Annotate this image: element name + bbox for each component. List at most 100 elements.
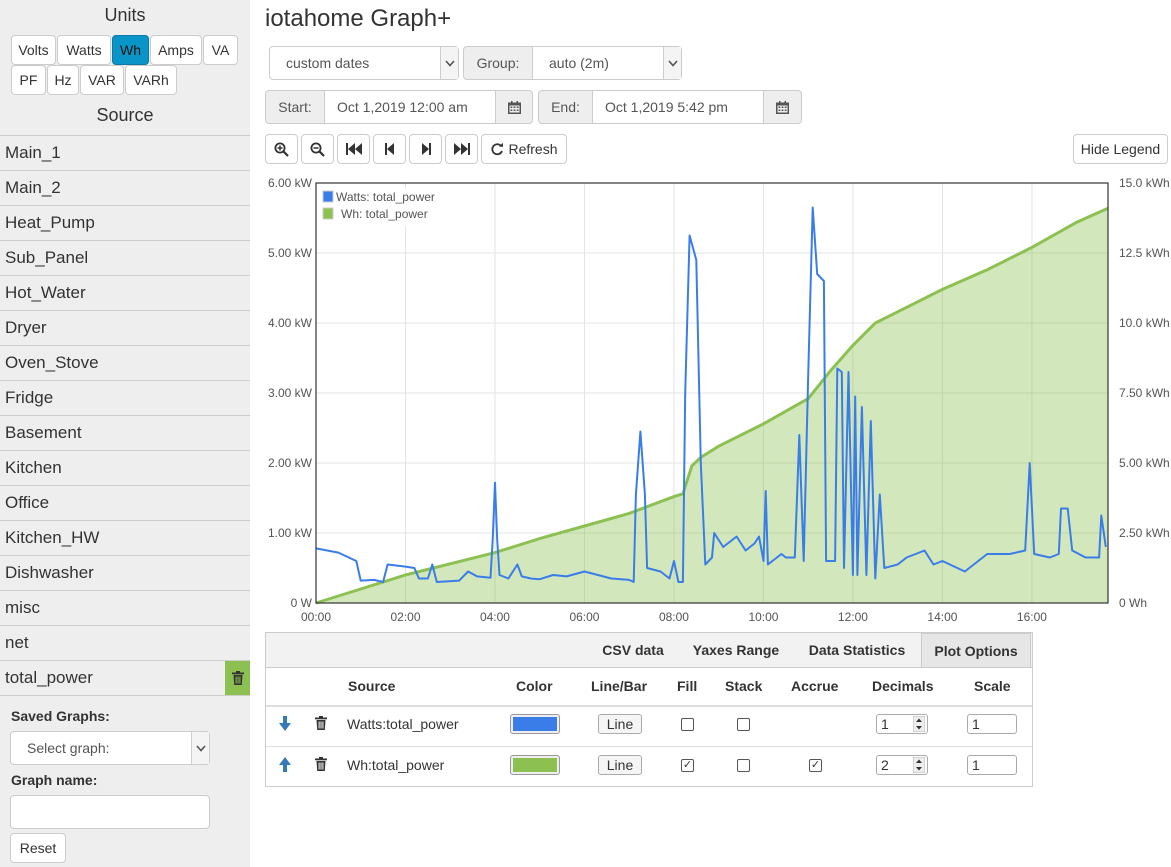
scale-input[interactable]: 1	[967, 714, 1017, 734]
spinner-arrows-icon	[913, 757, 925, 773]
x-tick-label: 12:00	[838, 610, 868, 622]
legend-label-watts: Watts: total_power	[336, 190, 435, 204]
decimals-stepper[interactable]: 2	[876, 755, 928, 775]
unit-pf-button[interactable]: PF	[11, 65, 46, 95]
tab-data-statistics[interactable]: Data Statistics	[797, 635, 917, 665]
source-item-sub-panel[interactable]: Sub_Panel	[0, 241, 250, 276]
source-item-basement[interactable]: Basement	[0, 416, 250, 451]
color-picker[interactable]	[510, 714, 560, 734]
arrow-up-icon[interactable]	[279, 757, 291, 772]
source-item-office[interactable]: Office	[0, 486, 250, 521]
decimals-value: 2	[881, 757, 889, 773]
legend-swatch-wh	[322, 207, 334, 220]
source-item-oven-stove[interactable]: Oven_Stove	[0, 346, 250, 381]
stack-checkbox[interactable]	[737, 759, 750, 772]
dropdown-arrow	[191, 732, 209, 764]
graph-name-input[interactable]	[10, 795, 210, 829]
source-item-label: Oven_Stove	[5, 353, 99, 372]
decimals-value: 1	[881, 716, 889, 732]
previous-button[interactable]	[373, 134, 406, 164]
source-item-main-1[interactable]: Main_1	[0, 136, 250, 171]
source-item-main-2[interactable]: Main_2	[0, 171, 250, 206]
source-item-net[interactable]: net	[0, 626, 250, 661]
step-forward-icon	[421, 143, 431, 155]
fill-checkbox[interactable]	[681, 718, 694, 731]
range-select-value: custom dates	[286, 55, 370, 71]
stack-checkbox[interactable]	[737, 718, 750, 731]
row-source-name: Watts:total_power	[347, 716, 459, 732]
power-chart[interactable]: 0 W 1.00 kW 2.00 kW 3.00 kW 4.00 kW 5.00 kW 6.…	[265, 172, 1171, 622]
y-right-tick-label: 12.5 kWh	[1119, 246, 1170, 260]
color-picker[interactable]	[510, 755, 560, 775]
unit-watts-button[interactable]: Watts	[57, 35, 111, 65]
chevron-down-icon	[195, 744, 206, 752]
line-bar-toggle[interactable]: Line	[598, 755, 642, 775]
unit-volts-button[interactable]: Volts	[11, 35, 56, 65]
next-button[interactable]	[409, 134, 442, 164]
trash-icon[interactable]	[315, 716, 327, 730]
tab-csv-data[interactable]: CSV data	[590, 635, 676, 665]
refresh-button[interactable]: Refresh	[481, 134, 567, 164]
remove-source-button[interactable]	[225, 661, 250, 695]
zoom-in-button[interactable]	[265, 134, 298, 164]
source-item-label: Heat_Pump	[5, 213, 95, 232]
line-bar-toggle[interactable]: Line	[598, 714, 642, 734]
source-item-label: Office	[5, 493, 50, 512]
source-item-misc[interactable]: misc	[0, 591, 250, 626]
y-right-tick-label: 0 Wh	[1119, 596, 1147, 610]
saved-graphs-placeholder: Select graph:	[27, 740, 110, 756]
fill-checkbox[interactable]: ✓	[681, 759, 694, 772]
reset-button[interactable]: Reset	[10, 833, 66, 863]
last-page-button[interactable]	[445, 134, 478, 164]
source-item-dishwasher[interactable]: Dishwasher	[0, 556, 250, 591]
unit-var-button[interactable]: VAR	[80, 65, 124, 95]
trash-icon[interactable]	[315, 757, 327, 771]
source-item-label: net	[5, 633, 29, 652]
accrue-checkbox[interactable]: ✓	[809, 759, 822, 772]
decimals-stepper[interactable]: 1	[876, 714, 928, 734]
column-header-color: Color	[516, 678, 553, 694]
source-item-heat-pump[interactable]: Heat_Pump	[0, 206, 250, 241]
unit-wh-button[interactable]: Wh	[112, 35, 149, 65]
source-list: Main_1 Main_2 Heat_Pump Sub_Panel Hot_Wa…	[0, 135, 250, 696]
chart-legend: Watts: total_power Wh: total_power	[320, 188, 445, 226]
trash-icon	[231, 671, 244, 685]
source-item-total-power[interactable]: total_power	[0, 661, 250, 696]
column-header-stack: Stack	[725, 678, 763, 694]
y-left-tick-label: 2.00 kW	[268, 456, 313, 470]
end-calendar-button[interactable]	[763, 90, 802, 124]
first-page-button[interactable]	[337, 134, 370, 164]
chevron-down-icon	[444, 59, 455, 67]
spinner-arrows-icon	[913, 716, 925, 732]
range-select[interactable]: custom dates	[269, 46, 459, 80]
zoom-out-button[interactable]	[301, 134, 334, 164]
start-date-input[interactable]: Oct 1,2019 12:00 am	[324, 90, 496, 124]
x-tick-label: 06:00	[569, 610, 599, 622]
source-item-kitchen-hw[interactable]: Kitchen_HW	[0, 521, 250, 556]
unit-varh-button[interactable]: VARh	[125, 65, 177, 95]
end-date-input[interactable]: Oct 1,2019 5:42 pm	[592, 90, 764, 124]
unit-hz-button[interactable]: Hz	[47, 65, 79, 95]
source-item-label: Hot_Water	[5, 283, 86, 302]
hide-legend-button[interactable]: Hide Legend	[1073, 134, 1168, 164]
x-tick-label: 04:00	[480, 610, 510, 622]
unit-amps-button[interactable]: Amps	[150, 35, 202, 65]
x-tick-label: 10:00	[748, 610, 778, 622]
source-item-dryer[interactable]: Dryer	[0, 311, 250, 346]
group-select[interactable]: auto (2m)	[532, 46, 682, 80]
source-item-label: Kitchen	[5, 458, 62, 477]
scale-input[interactable]: 1	[967, 755, 1017, 775]
source-item-hot-water[interactable]: Hot_Water	[0, 276, 250, 311]
arrow-down-icon[interactable]	[279, 716, 291, 731]
y-right-tick-label: 7.50 kWh	[1119, 386, 1170, 400]
start-calendar-button[interactable]	[495, 90, 533, 124]
source-item-kitchen[interactable]: Kitchen	[0, 451, 250, 486]
fast-forward-icon	[453, 143, 470, 155]
saved-graphs-select[interactable]: Select graph:	[10, 731, 210, 765]
source-item-fridge[interactable]: Fridge	[0, 381, 250, 416]
tab-yaxes-range[interactable]: Yaxes Range	[681, 635, 791, 665]
y-left-tick-label: 1.00 kW	[268, 526, 313, 540]
color-swatch	[513, 758, 557, 772]
unit-va-button[interactable]: VA	[203, 35, 238, 65]
tab-plot-options[interactable]: Plot Options	[921, 633, 1031, 668]
